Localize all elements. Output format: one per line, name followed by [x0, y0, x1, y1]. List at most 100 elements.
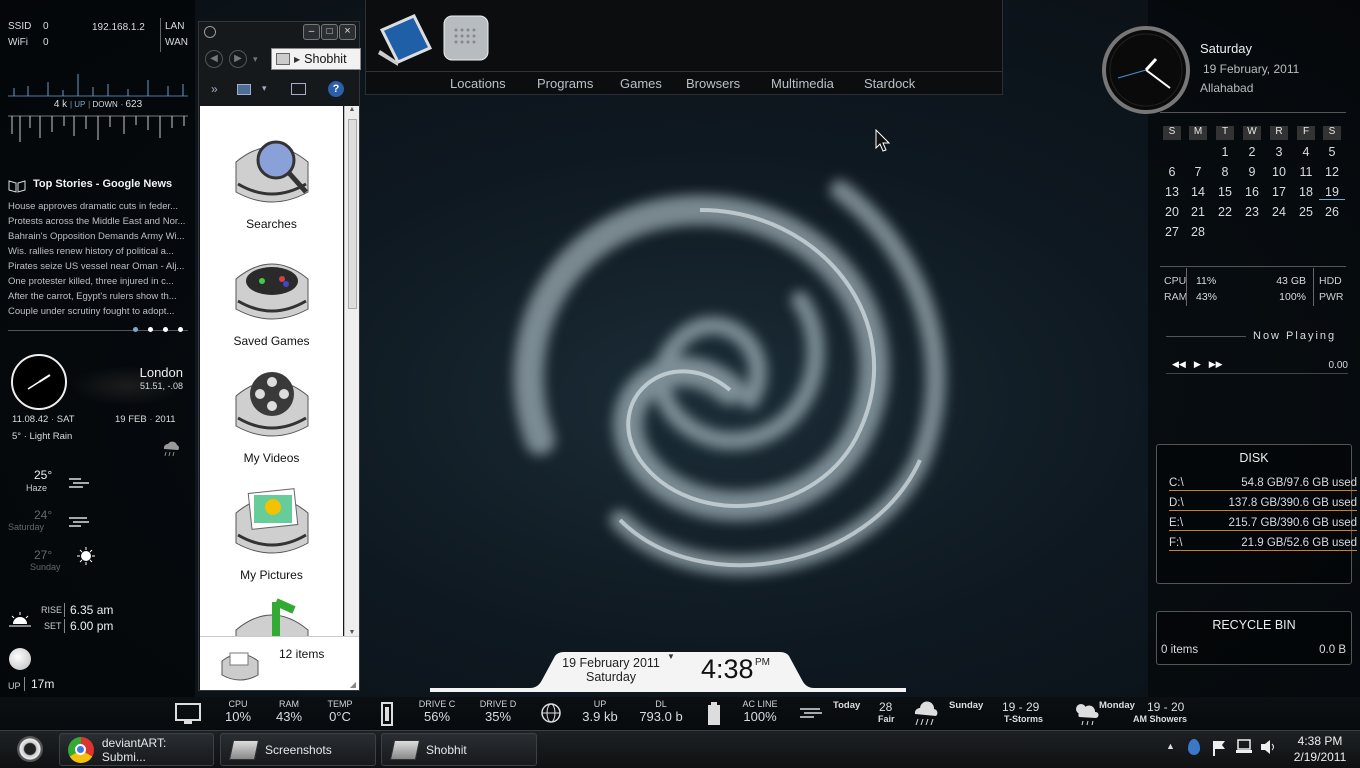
local-city-label: Allahabad	[1200, 81, 1254, 95]
calendar-day[interactable]: 15	[1212, 185, 1238, 199]
calendar-day[interactable]: 21	[1185, 205, 1211, 219]
calendar-day[interactable]: 26	[1319, 205, 1345, 219]
address-bar[interactable]: ▶ Shobhit	[271, 48, 361, 70]
play-icon[interactable]: ▶	[1194, 359, 1201, 370]
folder-my-videos[interactable]: My Videos	[200, 356, 343, 465]
show-hidden-icons-icon[interactable]: ▲	[1166, 741, 1175, 751]
sunrise-icon	[9, 612, 31, 627]
tab-browsers[interactable]: Browsers	[686, 76, 740, 91]
window-menu-icon[interactable]	[204, 26, 216, 38]
taskbar: deviantART: Submi... Screenshots Shobhit…	[0, 730, 1360, 768]
forecast-sunday-cond: T-Storms	[1004, 714, 1044, 724]
calendar-day[interactable]: 28	[1185, 225, 1211, 239]
forward-button[interactable]: ▶	[229, 50, 247, 68]
calendar-day[interactable]: 13	[1159, 185, 1185, 199]
calendar-day[interactable]: 23	[1239, 205, 1265, 219]
taskbar-button-shobhit[interactable]: Shobhit	[381, 733, 537, 766]
calendar-day[interactable]: 12	[1319, 165, 1345, 179]
rise-label: RISE	[41, 605, 63, 615]
start-button[interactable]	[17, 736, 43, 762]
calendar-day[interactable]: 9	[1239, 165, 1265, 179]
clock-coords: 51.51, -.08	[139, 381, 183, 391]
taskbar-button-screenshots[interactable]: Screenshots	[220, 733, 376, 766]
resize-grip[interactable]: ◢	[350, 680, 356, 689]
help-icon[interactable]: ?	[328, 81, 344, 97]
scroll-up-arrow[interactable]: ▲	[345, 106, 359, 113]
next-track-icon[interactable]: ▶▶	[1209, 359, 1223, 370]
minimize-button[interactable]: –	[303, 24, 320, 40]
network-icon[interactable]	[1235, 738, 1253, 756]
news-item[interactable]: Couple under scrutiny fought to adopt...	[0, 304, 190, 319]
wifi-value: 0	[43, 37, 49, 48]
calendar-day[interactable]: 14	[1185, 185, 1211, 199]
views-icon[interactable]	[237, 84, 251, 95]
news-item[interactable]: House approves dramatic cuts in feder...	[0, 199, 190, 214]
progress-line[interactable]	[1166, 373, 1348, 374]
previous-track-icon[interactable]: ◀◀	[1172, 359, 1186, 370]
disk-row-d[interactable]: D:\ 137.8 GB/390.6 GB used	[1169, 497, 1357, 511]
news-item[interactable]: Wis. rallies renew history of political …	[0, 244, 190, 259]
tab-multimedia[interactable]: Multimedia	[771, 76, 834, 91]
laptop-icon[interactable]	[374, 10, 434, 66]
recycle-bin-widget[interactable]: RECYCLE BIN 0 items 0.0 B	[1156, 611, 1352, 665]
calendar-day[interactable]: 7	[1185, 165, 1211, 179]
flag-icon[interactable]	[1211, 739, 1227, 757]
folder-icon	[276, 53, 290, 65]
news-item[interactable]: Bahrain's Opposition Demands Army Wi...	[0, 229, 190, 244]
close-button[interactable]: ×	[339, 24, 356, 40]
news-item[interactable]: After the carrot, Egypt's rulers show th…	[0, 289, 190, 304]
folder-searches[interactable]: Searches	[200, 122, 343, 231]
vertical-scrollbar[interactable]: ▲ ▼	[344, 106, 359, 636]
calendar-day[interactable]: 16	[1239, 185, 1265, 199]
volume-icon[interactable]	[1259, 738, 1277, 756]
calendar-day[interactable]: 1	[1212, 145, 1238, 159]
calendar-day[interactable]: 6	[1159, 165, 1185, 179]
tab-stardock[interactable]: Stardock	[864, 76, 915, 91]
wind-icon	[69, 517, 89, 527]
calendar-day[interactable]: 8	[1212, 165, 1238, 179]
calendar-day[interactable]: 5	[1319, 145, 1345, 159]
calendar-day[interactable]: 4	[1293, 145, 1319, 159]
cal-header: W	[1243, 126, 1261, 140]
calendar-day[interactable]: 3	[1266, 145, 1292, 159]
folder-my-pictures[interactable]: My Pictures	[200, 473, 343, 582]
calendar-day[interactable]: 22	[1212, 205, 1238, 219]
scroll-down-arrow[interactable]: ▼	[345, 629, 359, 636]
calendar-day[interactable]: 17	[1266, 185, 1292, 199]
calendar-day[interactable]: 24	[1266, 205, 1292, 219]
calendar-day[interactable]: 19	[1319, 185, 1345, 200]
preview-pane-icon[interactable]	[291, 83, 306, 95]
folder-saved-games[interactable]: Saved Games	[200, 239, 343, 348]
tab-programs[interactable]: Programs	[537, 76, 593, 91]
router-icon[interactable]	[438, 12, 494, 66]
tab-games[interactable]: Games	[620, 76, 662, 91]
calendar-day[interactable]: 20	[1159, 205, 1185, 219]
calendar-day[interactable]: 11	[1293, 165, 1319, 179]
news-item[interactable]: One protester killed, three injured in c…	[0, 274, 190, 289]
calendar-day[interactable]: 27	[1159, 225, 1185, 239]
scroll-thumb[interactable]	[347, 119, 357, 309]
taskbar-button-chrome[interactable]: deviantART: Submi...	[59, 733, 214, 766]
now-playing-line	[1166, 336, 1246, 337]
calendar-day[interactable]: 18	[1293, 185, 1319, 199]
tab-locations[interactable]: Locations	[450, 76, 506, 91]
maximize-button[interactable]: □	[321, 24, 338, 40]
system-clock[interactable]: 4:38 PM 2/19/2011	[1285, 733, 1355, 765]
search-folder-icon	[235, 140, 308, 203]
calendar-day[interactable]: 10	[1266, 165, 1292, 179]
news-item[interactable]: Protests across the Middle East and Nor.…	[0, 214, 190, 229]
disk-row-f[interactable]: F:\ 21.9 GB/52.6 GB used	[1169, 537, 1357, 551]
calendar-day[interactable]: 25	[1293, 205, 1319, 219]
droplet-icon[interactable]	[1188, 739, 1200, 755]
disk-row-c[interactable]: C:\ 54.8 GB/97.6 GB used	[1169, 477, 1357, 491]
calendar-day[interactable]: 2	[1239, 145, 1265, 159]
history-dropdown[interactable]: ▾	[253, 50, 267, 68]
moon-up-time: 17m	[24, 677, 54, 691]
disk-row-e[interactable]: E:\ 215.7 GB/390.6 GB used	[1169, 517, 1357, 531]
news-pager[interactable]	[133, 327, 183, 332]
news-title[interactable]: Top Stories - Google News	[33, 178, 172, 190]
chevron-down-icon[interactable]: ▾	[262, 83, 267, 94]
more-tools-icon[interactable]: »	[211, 82, 218, 96]
news-item[interactable]: Pirates seize US vessel near Oman - Alj.…	[0, 259, 190, 274]
back-button[interactable]: ◀	[205, 50, 223, 68]
